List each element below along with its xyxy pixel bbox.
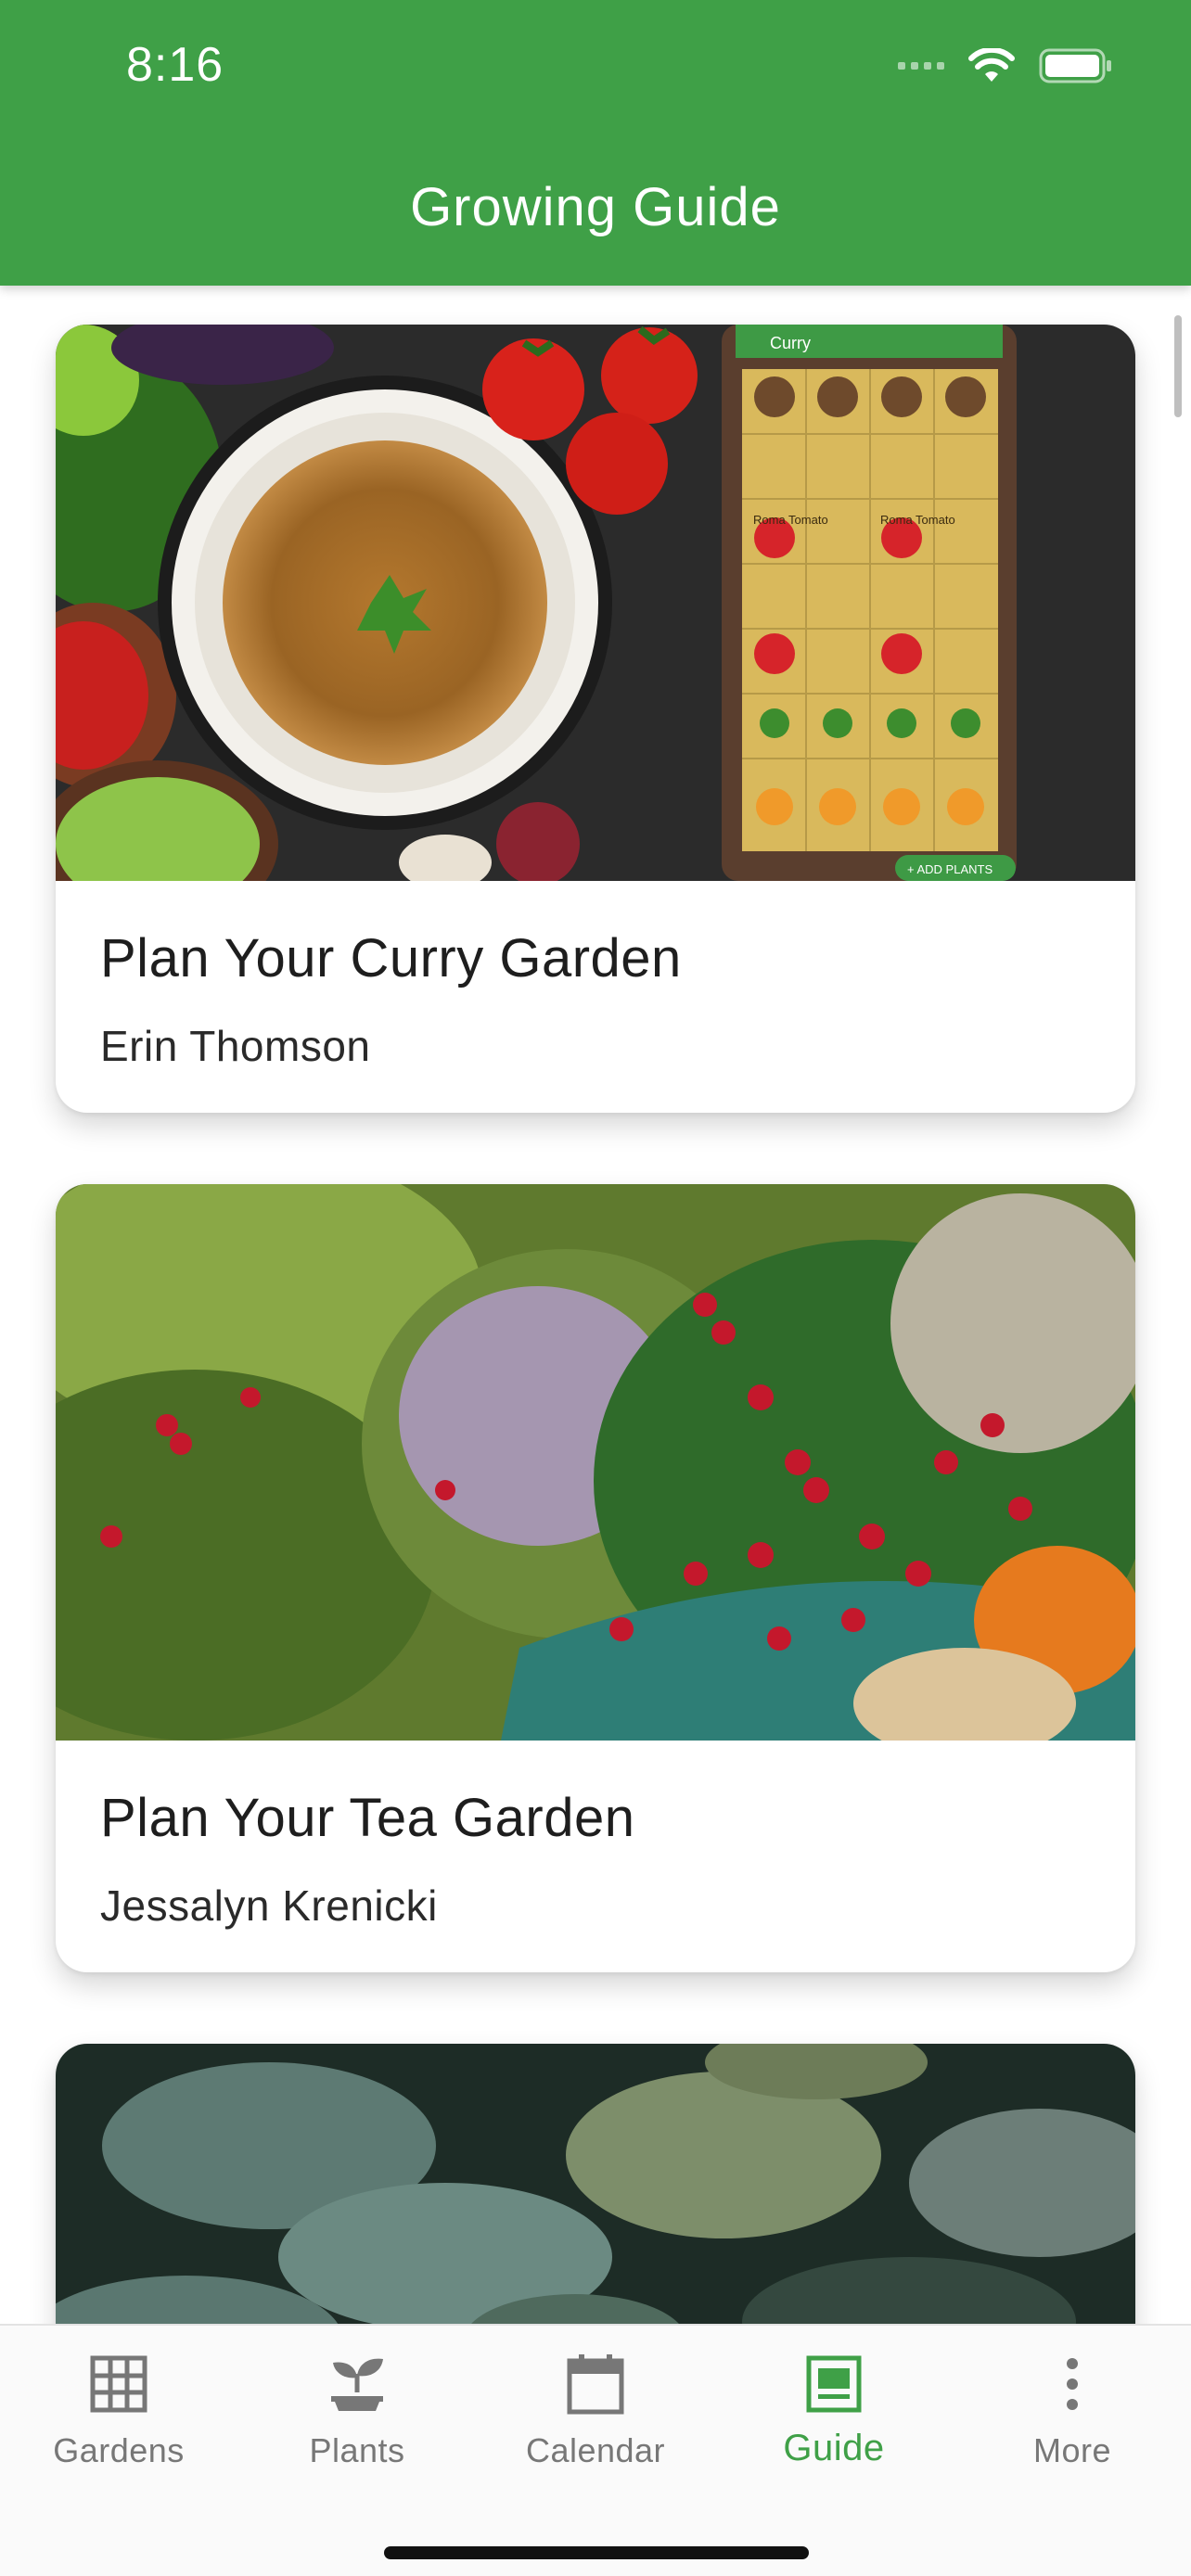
phone-tomato-label-1: Roma Tomato	[753, 513, 828, 527]
home-indicator[interactable]	[384, 2546, 809, 2559]
phone-add-plants-label: + ADD PLANTS	[907, 862, 992, 876]
cellular-signal-icon	[898, 62, 944, 70]
page-title: Growing Guide	[410, 177, 781, 237]
app-header: 8:16 Growing Guide	[0, 0, 1191, 286]
calendar-icon	[561, 2350, 630, 2418]
tab-label: Gardens	[53, 2431, 185, 2469]
grid-icon	[84, 2350, 153, 2418]
status-time: 8:16	[126, 38, 224, 92]
guide-icon	[800, 2350, 868, 2418]
sprout-icon	[323, 2350, 391, 2418]
battery-icon	[1039, 48, 1111, 83]
guide-card-tea[interactable]: Plan Your Tea Garden Jessalyn Krenicki	[56, 1184, 1135, 1972]
bottom-tab-bar: Gardens Plants Calendar Guide More	[0, 2324, 1191, 2576]
card-title: Plan Your Curry Garden	[100, 928, 682, 988]
more-vertical-icon	[1038, 2350, 1107, 2418]
card-author: Erin Thomson	[100, 1022, 371, 1070]
curry-garden-image: Curry Roma Tomato Roma Tomato + ADD PLAN…	[56, 325, 1135, 881]
tab-label: Guide	[783, 2428, 885, 2468]
tab-more[interactable]: More	[954, 2326, 1191, 2483]
status-icons	[898, 45, 1113, 87]
scrollbar[interactable]	[1174, 315, 1182, 417]
card-title: Plan Your Tea Garden	[100, 1788, 635, 1848]
phone-tomato-label-2: Roma Tomato	[880, 513, 955, 527]
tab-plants[interactable]: Plants	[238, 2326, 476, 2483]
phone-header-label: Curry	[770, 334, 811, 352]
tab-guide[interactable]: Guide	[715, 2326, 953, 2483]
card-author: Jessalyn Krenicki	[100, 1881, 438, 1930]
tab-label: Calendar	[525, 2431, 666, 2469]
tab-label: Plants	[309, 2431, 405, 2469]
tab-gardens[interactable]: Gardens	[0, 2326, 237, 2483]
tab-label: More	[1032, 2431, 1112, 2469]
tea-garden-image	[56, 1184, 1135, 1741]
guide-card-curry[interactable]: Curry Roma Tomato Roma Tomato + ADD PLAN…	[56, 325, 1135, 1113]
wifi-icon	[968, 48, 1015, 82]
tab-calendar[interactable]: Calendar	[477, 2326, 714, 2483]
